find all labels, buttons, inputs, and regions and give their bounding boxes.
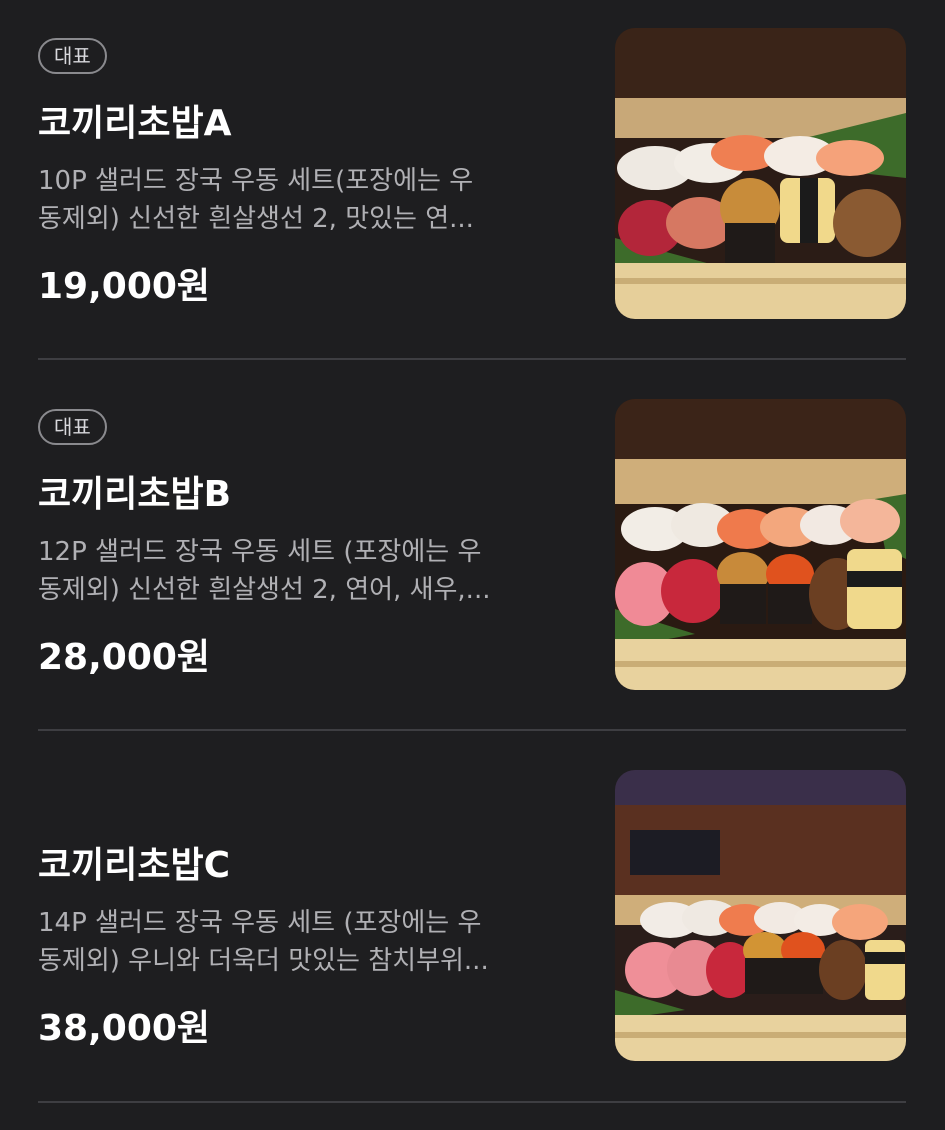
menu-item-price: 38,000원 bbox=[38, 1008, 211, 1049]
item-divider bbox=[38, 729, 906, 731]
description-line-2: 동제외) 신선한 흰살생선 2, 맛있는 연... bbox=[38, 204, 474, 234]
sushi-platter-photo[interactable] bbox=[615, 770, 906, 1061]
menu-item-price: 19,000원 bbox=[38, 266, 211, 307]
sushi-platter-photo[interactable] bbox=[615, 399, 906, 690]
menu-item-price: 28,000원 bbox=[38, 637, 211, 678]
description-line-1: 10P 샐러드 장국 우동 세트(포장에는 우 bbox=[38, 166, 474, 196]
menu-item-c[interactable]: 코끼리초밥C 14P 샐러드 장국 우동 세트 (포장에는 우 동제외) 우니와… bbox=[38, 770, 906, 1102]
description-line-1: 12P 샐러드 장국 우동 세트 (포장에는 우 bbox=[38, 537, 482, 567]
item-divider bbox=[38, 358, 906, 360]
menu-item-b[interactable]: 대표 코끼리초밥B 12P 샐러드 장국 우동 세트 (포장에는 우 동제외) … bbox=[38, 399, 906, 731]
menu-item-name: 코끼리초밥B bbox=[38, 474, 232, 515]
description-line-1: 14P 샐러드 장국 우동 세트 (포장에는 우 bbox=[38, 908, 482, 938]
menu-item-name: 코끼리초밥C bbox=[38, 845, 231, 886]
sushi-platter-photo[interactable] bbox=[615, 28, 906, 319]
menu-item-description: 12P 샐러드 장국 우동 세트 (포장에는 우 동제외) 신선한 흰살생선 2… bbox=[38, 533, 578, 609]
signature-badge: 대표 bbox=[38, 38, 107, 74]
signature-badge: 대표 bbox=[38, 409, 107, 445]
description-line-2: 동제외) 우니와 더욱더 맛있는 참치부위... bbox=[38, 946, 489, 976]
menu-item-name: 코끼리초밥A bbox=[38, 103, 232, 144]
menu-item-a[interactable]: 대표 코끼리초밥A 10P 샐러드 장국 우동 세트(포장에는 우 동제외) 신… bbox=[38, 28, 906, 360]
menu-item-description: 14P 샐러드 장국 우동 세트 (포장에는 우 동제외) 우니와 더욱더 맛있… bbox=[38, 904, 578, 980]
item-divider bbox=[38, 1101, 906, 1103]
menu-item-description: 10P 샐러드 장국 우동 세트(포장에는 우 동제외) 신선한 흰살생선 2,… bbox=[38, 162, 578, 238]
description-line-2: 동제외) 신선한 흰살생선 2, 연어, 새우,... bbox=[38, 575, 491, 605]
